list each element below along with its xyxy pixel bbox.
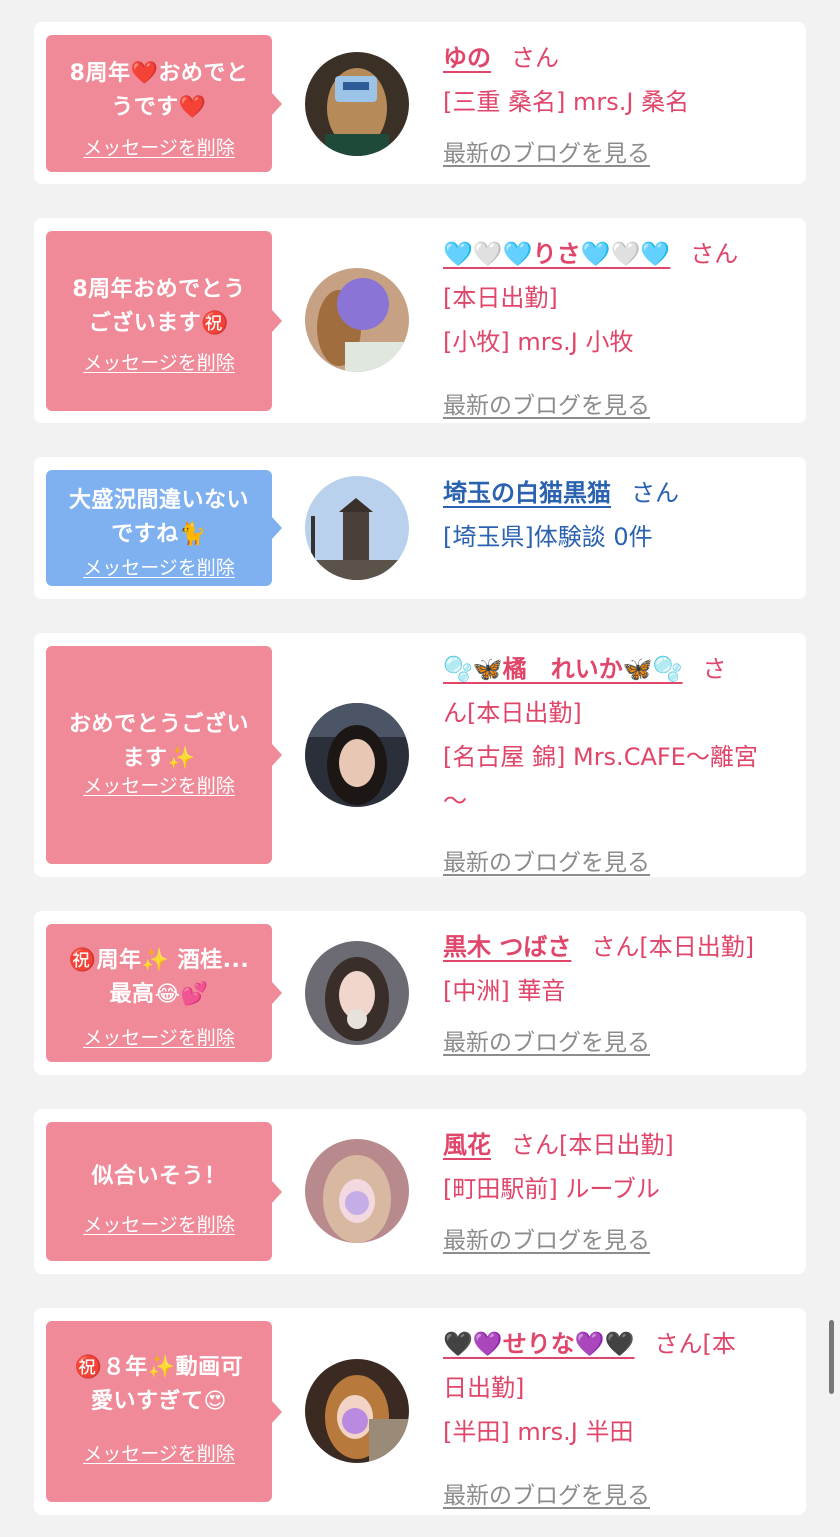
latest-blog-link[interactable]: 最新のブログを見る xyxy=(443,1474,650,1518)
profile-name-link[interactable]: 🖤💜せりな💜🖤 xyxy=(443,1330,635,1358)
delete-message-link[interactable]: メッセージを削除 xyxy=(46,771,272,798)
avatar[interactable] xyxy=(305,703,409,807)
message-line: ます✨ xyxy=(122,746,196,771)
delete-message-link[interactable]: メッセージを削除 xyxy=(46,553,272,580)
review-count-line: [埼玉県]体験談 0件 xyxy=(443,523,653,551)
message-line: ございます㊗️ xyxy=(88,311,230,336)
status-line: [本日出勤] xyxy=(443,284,558,312)
message-line: ㊗️８年✨動画可 xyxy=(74,1355,244,1380)
message-card: 大盛況間違いない ですね🐈 メッセージを削除 埼玉の白猫黒猫 さん [埼玉県]体験… xyxy=(34,457,806,599)
profile-name-link[interactable]: 風花 xyxy=(443,1131,491,1159)
profile-info: ゆの さん [三重 桑名] mrs.J 桑名 最新のブログを見る xyxy=(443,36,788,167)
message-list: 8周年❤️おめでと うです❤️ メッセージを削除 ゆの さん [三重 桑名] mr… xyxy=(0,0,840,1537)
shop-line: [町田駅前] ルーブル xyxy=(443,1175,660,1203)
honorific: さん xyxy=(690,240,739,268)
honorific-status: さん[本日出勤] xyxy=(591,933,755,961)
honorific-status-line: ん[本日出勤] xyxy=(443,699,582,727)
message-text: ㊗️周年✨ 酒桂... 最高😂💕 xyxy=(56,944,262,1012)
message-line: 8周年❤️おめでと xyxy=(69,61,249,86)
latest-blog-link[interactable]: 最新のブログを見る xyxy=(443,1021,650,1065)
profile-name-link[interactable]: 埼玉の白猫黒猫 xyxy=(443,479,611,507)
message-line: 似合いそう！ xyxy=(91,1164,227,1189)
profile-info: 🫧🦋橘 れいか🦋🫧 さ ん[本日出勤] [名古屋 錦] Mrs.CAFE〜離宮 〜… xyxy=(443,647,788,876)
shop-line: [名古屋 錦] Mrs.CAFE〜離宮 xyxy=(443,743,758,771)
avatar[interactable] xyxy=(305,268,409,372)
avatar[interactable] xyxy=(305,52,409,156)
avatar-photo xyxy=(305,703,409,807)
message-line: 愛いすぎて😍 xyxy=(91,1389,227,1414)
avatar[interactable] xyxy=(305,476,409,580)
avatar-photo xyxy=(305,476,409,580)
latest-blog-link[interactable]: 最新のブログを見る xyxy=(443,384,650,428)
shop-line: [中洲] 華音 xyxy=(443,977,566,1005)
latest-blog-link[interactable]: 最新のブログを見る xyxy=(443,841,650,885)
message-text: 似合いそう！ xyxy=(56,1160,262,1194)
honorific-status: さん[本日出勤] xyxy=(511,1131,674,1159)
profile-info: 埼玉の白猫黒猫 さん [埼玉県]体験談 0件 xyxy=(443,471,788,559)
message-card: 似合いそう！ メッセージを削除 風花 さん[本日出勤] [町田駅前] ルーブル 最… xyxy=(34,1109,806,1274)
message-text: 8周年おめでとう ございます㊗️ xyxy=(56,273,262,341)
scrollbar[interactable] xyxy=(829,1320,834,1394)
shop-line: [三重 桑名] mrs.J 桑名 xyxy=(443,88,690,116)
message-line: うです❤️ xyxy=(111,95,207,120)
shop-line: [半田] mrs.J 半田 xyxy=(443,1418,634,1446)
message-card: ㊗️周年✨ 酒桂... 最高😂💕 メッセージを削除 黒木 つばさ さん[本日出勤]… xyxy=(34,911,806,1075)
avatar-photo xyxy=(305,1139,409,1243)
profile-info: 🩵🤍🩵りさ🩵🤍🩵 さん [本日出勤] [小牧] mrs.J 小牧 最新のブログを見… xyxy=(443,232,788,419)
profile-name-link[interactable]: 🩵🤍🩵りさ🩵🤍🩵 xyxy=(443,240,670,268)
message-text: おめでとうござい ます✨ xyxy=(56,708,262,776)
avatar[interactable] xyxy=(305,941,409,1045)
message-card: おめでとうござい ます✨ メッセージを削除 🫧🦋橘 れいか🦋🫧 さ ん[本日出勤]… xyxy=(34,633,806,877)
message-line: 最高😂💕 xyxy=(109,982,209,1007)
profile-info: 🖤💜せりな💜🖤 さん[本 日出勤] [半田] mrs.J 半田 最新のブログを見る xyxy=(443,1322,788,1509)
profile-info: 黒木 つばさ さん[本日出勤] [中洲] 華音 最新のブログを見る xyxy=(443,925,788,1056)
profile-name-link[interactable]: 🫧🦋橘 れいか🦋🫧 xyxy=(443,655,683,683)
message-bubble: おめでとうござい ます✨ メッセージを削除 xyxy=(46,646,282,864)
avatar-photo xyxy=(305,941,409,1045)
message-line: ㊗️周年✨ 酒桂... xyxy=(68,948,250,973)
message-card: 8周年おめでとう ございます㊗️ メッセージを削除 🩵🤍🩵りさ🩵🤍🩵 さん [本日… xyxy=(34,218,806,423)
delete-message-link[interactable]: メッセージを削除 xyxy=(46,1439,272,1466)
honorific: さ xyxy=(702,655,727,683)
status-line-continued: 日出勤] xyxy=(443,1374,525,1402)
message-card: 8周年❤️おめでと うです❤️ メッセージを削除 ゆの さん [三重 桑名] mr… xyxy=(34,22,806,184)
message-text: 8周年❤️おめでと うです❤️ xyxy=(56,57,262,125)
honorific-status: さん[本 xyxy=(654,1330,736,1358)
message-text: 大盛況間違いない ですね🐈 xyxy=(56,484,262,552)
message-line: 8周年おめでとう xyxy=(72,277,246,302)
message-card: ㊗️８年✨動画可 愛いすぎて😍 メッセージを削除 🖤💜せりな💜🖤 さん[本 日出勤… xyxy=(34,1308,806,1515)
message-bubble: ㊗️周年✨ 酒桂... 最高😂💕 メッセージを削除 xyxy=(46,924,282,1062)
delete-message-link[interactable]: メッセージを削除 xyxy=(46,1210,272,1237)
delete-message-link[interactable]: メッセージを削除 xyxy=(46,1023,272,1050)
profile-info: 風花 さん[本日出勤] [町田駅前] ルーブル 最新のブログを見る xyxy=(443,1123,788,1254)
message-bubble: 似合いそう！ メッセージを削除 xyxy=(46,1122,282,1261)
avatar-photo xyxy=(305,268,409,372)
message-bubble: 8周年❤️おめでと うです❤️ メッセージを削除 xyxy=(46,35,282,172)
avatar-photo xyxy=(305,52,409,156)
avatar[interactable] xyxy=(305,1359,409,1463)
honorific: さん xyxy=(511,44,559,72)
avatar[interactable] xyxy=(305,1139,409,1243)
latest-blog-link[interactable]: 最新のブログを見る xyxy=(443,132,650,176)
message-line: ですね🐈 xyxy=(111,522,207,547)
honorific: さん xyxy=(631,479,679,507)
shop-line: [小牧] mrs.J 小牧 xyxy=(443,328,634,356)
message-bubble: 大盛況間違いない ですね🐈 メッセージを削除 xyxy=(46,470,282,586)
delete-message-link[interactable]: メッセージを削除 xyxy=(46,348,272,375)
message-bubble: ㊗️８年✨動画可 愛いすぎて😍 メッセージを削除 xyxy=(46,1321,282,1502)
profile-name-link[interactable]: ゆの xyxy=(443,44,491,72)
message-text: ㊗️８年✨動画可 愛いすぎて😍 xyxy=(56,1351,262,1419)
avatar-photo xyxy=(305,1359,409,1463)
delete-message-link[interactable]: メッセージを削除 xyxy=(46,133,272,160)
shop-line-continued: 〜 xyxy=(443,787,467,815)
message-line: 大盛況間違いない xyxy=(68,488,249,513)
message-line: おめでとうござい xyxy=(68,712,249,737)
message-bubble: 8周年おめでとう ございます㊗️ メッセージを削除 xyxy=(46,231,282,411)
profile-name-link[interactable]: 黒木 つばさ xyxy=(443,933,571,961)
latest-blog-link[interactable]: 最新のブログを見る xyxy=(443,1219,650,1263)
